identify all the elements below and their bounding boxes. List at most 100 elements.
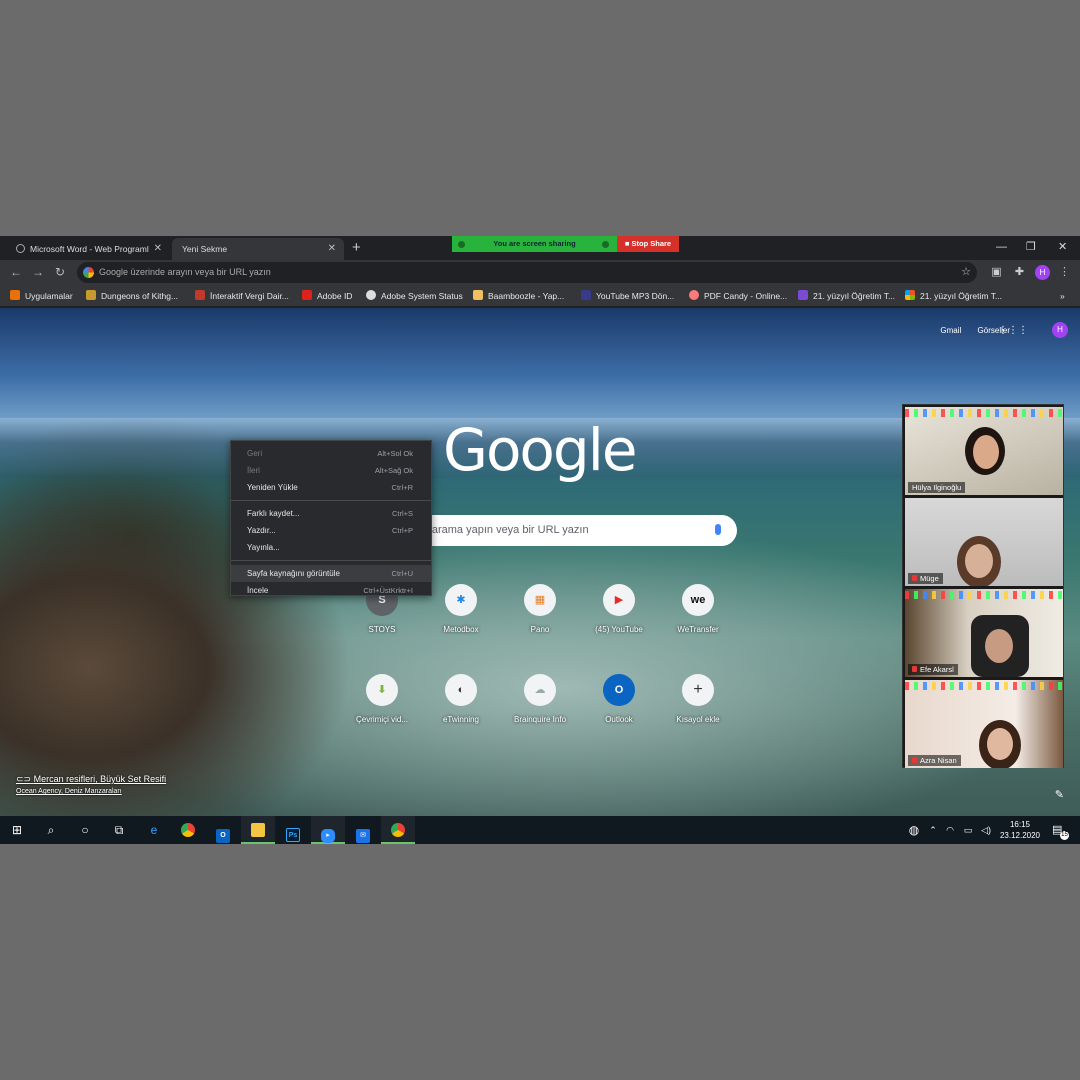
mail-icon[interactable]: ✉: [346, 816, 380, 844]
bookmark-label: Adobe System Status: [381, 291, 463, 301]
screen-sharing-banner[interactable]: You are screen sharing: [452, 236, 617, 252]
bookmark-item[interactable]: Dungeons of Kithg...: [86, 285, 178, 307]
notification-center-icon[interactable]: ▤ 15: [1052, 823, 1069, 840]
reload-icon[interactable]: ↻: [55, 264, 65, 280]
favicon-icon: [86, 290, 96, 300]
customize-pencil-icon[interactable]: ✎: [1055, 788, 1064, 801]
menu-separator: [231, 500, 431, 501]
back-arrow-icon[interactable]: ←: [10, 264, 22, 280]
forward-arrow-icon[interactable]: →: [32, 264, 44, 280]
shortcut-youtube[interactable]: ▶ (45) YouTube: [579, 584, 659, 634]
menu-item-cast[interactable]: Yayınla...: [231, 539, 431, 556]
file-explorer-icon[interactable]: [241, 816, 275, 844]
etwinning-icon: ◐: [445, 674, 477, 706]
shortcut-etwinning[interactable]: ◐ eTwinning: [421, 674, 501, 724]
shortcut-label: Brainquire Info: [513, 715, 567, 724]
bookmark-item[interactable]: YouTube MP3 Dön...: [581, 285, 674, 307]
menu-item-back[interactable]: Geri Alt+Sol Ok: [231, 445, 431, 462]
bookmark-item[interactable]: İnteraktif Vergi Dair...: [195, 285, 289, 307]
gmail-link[interactable]: Gmail: [940, 326, 961, 335]
weather-globe-icon[interactable]: ◍: [904, 816, 924, 844]
bookmark-item[interactable]: 21. yüzyıl Öğretim T...: [798, 285, 895, 307]
minimize-button[interactable]: —: [996, 239, 1007, 255]
menu-item-view-source[interactable]: Sayfa kaynağını görüntüle Ctrl+U: [231, 565, 431, 582]
bookmark-label: 21. yüzyıl Öğretim T...: [920, 291, 1003, 301]
background-credit[interactable]: ⊂⊃ Mercan resifleri, Büyük Set Resifi Oc…: [16, 774, 166, 795]
globe-icon: [366, 290, 376, 300]
system-clock[interactable]: 16:15 23.12.2020: [1000, 819, 1040, 841]
wifi-icon[interactable]: ◠: [942, 816, 958, 844]
edge-browser-icon[interactable]: e: [137, 816, 171, 844]
bookmark-item[interactable]: Adobe ID: [302, 285, 352, 307]
stop-share-label: Stop Share: [631, 239, 672, 248]
chrome-profile-icon[interactable]: [381, 816, 415, 844]
cortana-circle-icon[interactable]: ○: [68, 816, 102, 844]
youtube-icon: ▶: [603, 584, 635, 616]
participant-name: Müge: [908, 573, 943, 584]
task-view-icon[interactable]: ⧉: [102, 816, 136, 844]
participant-name-text: Müge: [920, 574, 939, 583]
apps-grid-icon[interactable]: ⋮⋮⋮: [998, 325, 1028, 336]
address-bar[interactable]: Google üzerinde arayın veya bir URL yazı…: [77, 262, 977, 283]
bookmark-item[interactable]: PDF Candy - Online...: [689, 285, 787, 307]
tab-close-icon[interactable]: ✕: [154, 238, 162, 260]
bookmark-star-icon[interactable]: ☆: [961, 262, 971, 283]
tab-close-icon[interactable]: ✕: [328, 238, 336, 260]
outlook-icon[interactable]: O: [206, 816, 240, 844]
shortcut-pano[interactable]: ▦ Pano: [500, 584, 580, 634]
kebab-menu-icon[interactable]: ⋮: [1058, 266, 1071, 279]
ntp-profile-avatar[interactable]: H: [1052, 322, 1068, 338]
menu-item-inspect[interactable]: İncele Ctrl+ÜstKrktr+I: [231, 582, 431, 599]
profile-avatar[interactable]: H: [1035, 265, 1050, 280]
more-bookmarks-chevron-icon[interactable]: »: [1060, 285, 1065, 307]
favicon-icon: [581, 290, 591, 300]
menu-item-shortcut: Ctrl+R: [391, 483, 413, 492]
credit-title[interactable]: ⊂⊃ Mercan resifleri, Büyük Set Resifi: [16, 774, 166, 785]
chrome-icon[interactable]: [171, 816, 205, 844]
shortcut-metodbox[interactable]: ✱ Metodbox: [421, 584, 501, 634]
maximize-button[interactable]: ❐: [1026, 239, 1036, 255]
volume-icon[interactable]: ◁): [978, 816, 994, 844]
search-icon[interactable]: ⌕: [34, 816, 68, 844]
tab-new-tab[interactable]: Yeni Sekme ✕: [172, 238, 344, 260]
close-window-button[interactable]: ✕: [1058, 239, 1067, 255]
credit-subtitle[interactable]: Ocean Agency, Deniz Manzaraları: [16, 788, 166, 795]
shortcut-label: Kısayol ekle: [676, 715, 720, 724]
shortcut-online-video[interactable]: ⬇ Çevrimiçi vid...: [342, 674, 422, 724]
stop-share-button[interactable]: ■ Stop Share: [617, 236, 679, 252]
shortcut-outlook[interactable]: O Outlook: [579, 674, 659, 724]
microphone-icon[interactable]: [715, 524, 721, 535]
bookmark-item[interactable]: Baamboozle - Yap...: [473, 285, 564, 307]
shortcut-brainquire[interactable]: ☁ Brainquire Info: [500, 674, 580, 724]
shortcut-wetransfer[interactable]: we WeTransfer: [658, 584, 738, 634]
bookmark-item[interactable]: 21. yüzyıl Öğretim T...: [905, 285, 1002, 307]
menu-item-reload[interactable]: Yeniden Yükle Ctrl+R: [231, 479, 431, 496]
bookmark-item[interactable]: Adobe System Status: [366, 285, 463, 307]
participant-video-tile[interactable]: Hülya Ilginoğlu: [905, 407, 1063, 495]
menu-item-shortcut: Ctrl+U: [391, 569, 413, 578]
menu-item-shortcut: Alt+Sol Ok: [377, 449, 413, 458]
menu-item-save-as[interactable]: Farklı kaydet... Ctrl+S: [231, 505, 431, 522]
chevron-up-icon[interactable]: ⌃: [926, 816, 940, 844]
link-icon: ⊂⊃: [16, 774, 32, 784]
menu-item-label: İncele: [247, 586, 269, 595]
tab-microsoft-word[interactable]: Microsoft Word - Web Programl ✕: [8, 238, 170, 260]
participant-name-text: Efe Akarsl: [920, 665, 954, 674]
photoshop-icon[interactable]: Ps: [276, 816, 310, 844]
menu-item-forward[interactable]: İleri Alt+Sağ Ok: [231, 462, 431, 479]
puzzle-extensions-icon[interactable]: ✚: [1013, 266, 1026, 279]
new-tab-button[interactable]: +: [352, 238, 361, 258]
add-shortcut-button[interactable]: + Kısayol ekle: [658, 674, 738, 724]
favicon-icon: [689, 290, 699, 300]
menu-item-print[interactable]: Yazdır... Ctrl+P: [231, 522, 431, 539]
menu-item-shortcut: Ctrl+S: [391, 509, 413, 518]
zoom-icon[interactable]: ▸: [311, 816, 345, 844]
shortcut-label: WeTransfer: [677, 625, 719, 634]
bookmark-item[interactable]: Uygulamalar: [10, 285, 73, 307]
battery-icon[interactable]: ▭: [960, 816, 976, 844]
participant-video-tile[interactable]: Efe Akarsl: [905, 589, 1063, 677]
windows-start-icon[interactable]: ⊞: [0, 816, 34, 844]
extension-app-icon[interactable]: ▣: [990, 266, 1003, 279]
participant-video-tile[interactable]: Azra Nisan: [905, 680, 1063, 768]
participant-video-tile[interactable]: Müge: [905, 498, 1063, 586]
